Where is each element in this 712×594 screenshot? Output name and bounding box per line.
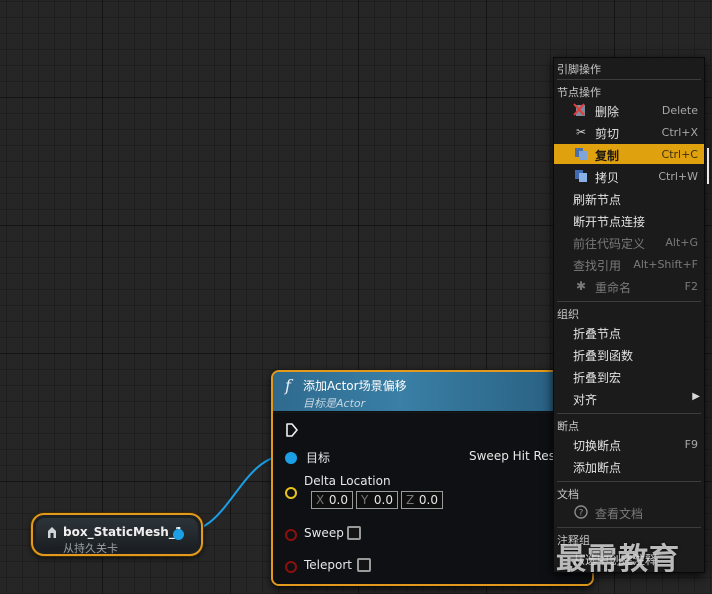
- scissors-icon: ✂: [575, 125, 587, 139]
- menu-item-rename[interactable]: ✱ 重命名 F2: [554, 276, 704, 296]
- watermark-logo: 最需教育: [556, 542, 680, 577]
- delta-x-field[interactable]: X 0.0: [311, 491, 353, 509]
- menu-item-delete[interactable]: 删除 Delete: [554, 100, 704, 120]
- context-menu: 引脚操作 节点操作 删除 Delete ✂ 剪切 Ctrl+X 复制 Ctrl+…: [553, 57, 705, 573]
- menu-item-collapse-to-function[interactable]: 折叠到函数: [554, 344, 704, 364]
- menu-item-toggle-breakpoint[interactable]: 切换断点 F9: [554, 434, 704, 454]
- menu-item-break-links[interactable]: 断开节点连接: [554, 210, 704, 230]
- sweep-checkbox[interactable]: [347, 526, 361, 540]
- submenu-arrow-icon: ▶: [692, 391, 700, 402]
- menu-separator: [557, 413, 701, 414]
- function-node-header[interactable]: f 添加Actor场景偏移 目标是Actor: [273, 372, 592, 412]
- menu-section-documentation: 文档: [557, 488, 579, 501]
- copy-icon: [573, 147, 589, 161]
- function-title: 添加Actor场景偏移: [303, 379, 407, 393]
- delete-icon: [573, 103, 589, 117]
- target-pin-label: 目标: [306, 451, 331, 465]
- variable-node-box-staticmesh[interactable]: box_StaticMesh_1 从持久关卡: [31, 513, 203, 556]
- function-node-add-actor-offset[interactable]: f 添加Actor场景偏移 目标是Actor 目标 Sweep Hit Resu…: [271, 370, 594, 586]
- variable-output-pin[interactable]: [173, 529, 184, 540]
- menu-item-collapse-to-macro[interactable]: 折叠到宏: [554, 366, 704, 386]
- menu-item-add-breakpoint[interactable]: 添加断点: [554, 456, 704, 476]
- variable-get-icon: [45, 525, 59, 539]
- delta-y-field[interactable]: Y 0.0: [356, 491, 398, 509]
- teleport-label: Teleport: [304, 558, 352, 572]
- menu-separator: [557, 79, 701, 80]
- variable-name: box_StaticMesh_1: [63, 525, 184, 539]
- menu-section-organize: 组织: [557, 308, 579, 321]
- help-icon: ?: [573, 505, 589, 519]
- delta-z-field[interactable]: Z 0.0: [401, 491, 443, 509]
- menu-item-refresh-nodes[interactable]: 刷新节点: [554, 188, 704, 208]
- sweep-hit-result-label: Sweep Hit Resu: [469, 449, 563, 463]
- teleport-pin[interactable]: [285, 561, 297, 573]
- menu-item-collapse-nodes[interactable]: 折叠节点: [554, 322, 704, 342]
- sweep-pin[interactable]: [285, 529, 297, 541]
- function-target-label: 目标是Actor: [303, 397, 366, 410]
- menu-item-duplicate[interactable]: 拷贝 Ctrl+W: [554, 166, 704, 186]
- teleport-checkbox[interactable]: [357, 558, 371, 572]
- menu-separator: [557, 481, 701, 482]
- menu-item-goto-definition[interactable]: 前往代码定义 Alt+G: [554, 232, 704, 252]
- menu-section-breakpoints: 断点: [557, 420, 579, 433]
- menu-item-copy[interactable]: 复制 Ctrl+C: [554, 144, 704, 164]
- menu-item-find-references[interactable]: 查找引用 Alt+Shift+F: [554, 254, 704, 274]
- exec-input-pin[interactable]: [285, 423, 299, 437]
- delta-location-label: Delta Location: [304, 474, 391, 488]
- menu-header-pin-actions: 引脚操作: [557, 63, 601, 76]
- menu-item-cut[interactable]: ✂ 剪切 Ctrl+X: [554, 122, 704, 142]
- menu-item-view-docs[interactable]: ? 查看文档: [554, 502, 704, 522]
- svg-text:?: ?: [579, 509, 584, 519]
- function-icon: f: [285, 376, 291, 395]
- delta-location-pin[interactable]: [285, 487, 297, 499]
- target-input-pin[interactable]: [285, 452, 297, 464]
- sweep-label: Sweep: [304, 526, 344, 540]
- duplicate-icon: [573, 169, 589, 183]
- menu-separator: [557, 527, 701, 528]
- menu-separator: [557, 301, 701, 302]
- text-cursor: [707, 148, 709, 184]
- variable-subtitle: 从持久关卡: [63, 542, 118, 555]
- rename-icon: ✱: [575, 279, 587, 293]
- menu-section-node-actions: 节点操作: [557, 86, 601, 99]
- menu-item-align[interactable]: 对齐 ▶: [554, 388, 704, 408]
